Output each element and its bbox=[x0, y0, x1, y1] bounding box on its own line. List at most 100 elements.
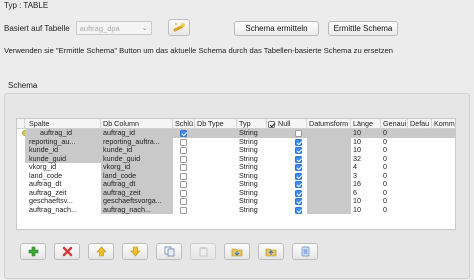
cell-datumsformat[interactable] bbox=[307, 171, 351, 180]
cell-db-column[interactable]: kunde_id bbox=[101, 146, 173, 155]
cell-db-type[interactable] bbox=[195, 138, 237, 147]
cell-db-type[interactable] bbox=[195, 180, 237, 189]
schema-table[interactable]: Spalte Db Column Schlü Db Type Typ Null … bbox=[16, 118, 456, 230]
cell-schluessel[interactable] bbox=[173, 129, 195, 138]
null-checkbox[interactable] bbox=[295, 147, 302, 154]
cell-schluessel[interactable] bbox=[173, 206, 195, 215]
cell-typ[interactable]: String bbox=[237, 129, 267, 138]
key-checkbox[interactable] bbox=[180, 181, 187, 188]
null-checkbox[interactable] bbox=[295, 130, 302, 137]
cell-spalte[interactable]: vkorg_id bbox=[25, 163, 101, 172]
null-checkbox[interactable] bbox=[295, 198, 302, 205]
null-checkbox[interactable] bbox=[295, 138, 302, 146]
cell-db-column[interactable]: kunde_guid bbox=[101, 154, 173, 163]
cell-schluessel[interactable] bbox=[173, 138, 195, 147]
key-checkbox[interactable] bbox=[180, 198, 187, 205]
cell-laenge[interactable]: 16 bbox=[351, 180, 381, 189]
cell-null[interactable] bbox=[267, 180, 307, 189]
cell-db-column[interactable]: vkorg_id bbox=[101, 163, 173, 172]
cell-null[interactable] bbox=[267, 197, 307, 206]
null-checkbox[interactable] bbox=[295, 189, 302, 197]
col-header-spalte[interactable]: Spalte bbox=[25, 119, 101, 129]
cell-default[interactable] bbox=[408, 129, 432, 138]
cell-typ[interactable]: String bbox=[237, 172, 267, 181]
cell-default[interactable] bbox=[408, 189, 432, 198]
cell-schluessel[interactable] bbox=[173, 163, 195, 172]
cell-datumsformat[interactable] bbox=[307, 129, 351, 138]
col-header-datumsformat[interactable]: Datumsform bbox=[307, 119, 351, 129]
cell-db-type[interactable] bbox=[195, 206, 237, 215]
table-row[interactable]: geschaeftsv... geschaeftsvorga... String 10… bbox=[17, 197, 455, 206]
cell-laenge[interactable]: 10 bbox=[351, 197, 381, 206]
cell-null[interactable] bbox=[267, 146, 307, 155]
cell-schluessel[interactable] bbox=[173, 146, 195, 155]
cell-spalte[interactable]: geschaeftsv... bbox=[25, 197, 101, 206]
table-select[interactable]: auftrag_dpa ⌄ bbox=[75, 21, 152, 35]
cell-kommentar[interactable] bbox=[432, 189, 455, 198]
paste-button[interactable] bbox=[190, 243, 216, 260]
cell-typ[interactable]: String bbox=[237, 189, 267, 198]
cell-laenge[interactable]: 4 bbox=[351, 163, 381, 172]
cell-default[interactable] bbox=[408, 172, 432, 181]
table-row[interactable]: auftrag_id auftrag_id String 10 0 bbox=[17, 129, 455, 138]
cell-typ[interactable]: String bbox=[237, 163, 267, 172]
cell-genauigkeit[interactable]: 0 bbox=[381, 138, 408, 147]
key-checkbox[interactable] bbox=[180, 172, 187, 180]
cell-genauigkeit[interactable]: 0 bbox=[381, 129, 408, 138]
cell-typ[interactable]: String bbox=[237, 138, 267, 147]
cell-db-type[interactable] bbox=[195, 163, 237, 172]
cell-spalte[interactable]: auftrag_dt bbox=[25, 180, 101, 189]
col-header-kommentar[interactable]: Komme bbox=[432, 119, 455, 129]
cell-datumsformat[interactable] bbox=[307, 197, 351, 206]
null-checkbox[interactable] bbox=[295, 155, 302, 163]
cell-schluessel[interactable] bbox=[173, 197, 195, 206]
cell-spalte[interactable]: kunde_id bbox=[25, 146, 101, 155]
cell-schluessel[interactable] bbox=[173, 155, 195, 164]
cell-kommentar[interactable] bbox=[432, 163, 455, 172]
cell-db-type[interactable] bbox=[195, 172, 237, 181]
cell-db-column[interactable]: land_code bbox=[101, 171, 173, 180]
cell-default[interactable] bbox=[408, 197, 432, 206]
cell-default[interactable] bbox=[408, 138, 432, 147]
cell-kommentar[interactable] bbox=[432, 138, 455, 147]
cell-spalte[interactable]: kunde_guid bbox=[25, 154, 101, 163]
cell-genauigkeit[interactable]: 0 bbox=[381, 197, 408, 206]
cell-typ[interactable]: String bbox=[237, 206, 267, 215]
cell-kommentar[interactable] bbox=[432, 197, 455, 206]
cell-kommentar[interactable] bbox=[432, 172, 455, 181]
col-header-schluessel[interactable]: Schlü bbox=[173, 119, 195, 129]
null-checkbox[interactable] bbox=[295, 206, 302, 214]
cell-genauigkeit[interactable]: 0 bbox=[381, 163, 408, 172]
key-checkbox[interactable] bbox=[180, 155, 187, 163]
import-button[interactable] bbox=[224, 243, 250, 260]
cell-default[interactable] bbox=[408, 206, 432, 215]
move-up-button[interactable] bbox=[88, 243, 114, 260]
cell-laenge[interactable]: 3 bbox=[351, 172, 381, 181]
export-button[interactable] bbox=[258, 243, 284, 260]
cell-db-column[interactable]: auftrag_id bbox=[101, 129, 173, 138]
cell-kommentar[interactable] bbox=[432, 206, 455, 215]
col-header-db-column[interactable]: Db Column bbox=[101, 119, 173, 129]
cell-spalte[interactable]: land_code bbox=[25, 172, 101, 181]
cell-db-type[interactable] bbox=[195, 197, 237, 206]
col-header-laenge[interactable]: Länge bbox=[351, 119, 381, 129]
key-checkbox[interactable] bbox=[180, 130, 187, 137]
cell-db-column[interactable]: auftrag_nach... bbox=[101, 205, 173, 214]
cell-null[interactable] bbox=[267, 163, 307, 172]
cell-spalte[interactable]: auftrag_nach... bbox=[25, 206, 101, 215]
move-down-button[interactable] bbox=[122, 243, 148, 260]
cell-spalte[interactable]: reporting_au... bbox=[25, 137, 101, 146]
cell-null[interactable] bbox=[267, 206, 307, 215]
cell-db-type[interactable] bbox=[195, 129, 237, 138]
col-header-db-type[interactable]: Db Type bbox=[195, 119, 237, 129]
cell-null[interactable] bbox=[267, 138, 307, 147]
cell-laenge[interactable]: 6 bbox=[351, 189, 381, 198]
cell-genauigkeit[interactable]: 0 bbox=[381, 180, 408, 189]
cell-null[interactable] bbox=[267, 189, 307, 198]
table-row[interactable]: vkorg_id vkorg_id String 4 0 bbox=[17, 163, 455, 172]
cell-spalte[interactable]: auftrag_zeit bbox=[25, 189, 101, 198]
col-header-typ[interactable]: Typ bbox=[237, 119, 267, 129]
add-row-button[interactable] bbox=[20, 243, 46, 260]
cell-kommentar[interactable] bbox=[432, 146, 455, 155]
table-row[interactable]: auftrag_dt auftrag_dt String 16 0 bbox=[17, 180, 455, 189]
